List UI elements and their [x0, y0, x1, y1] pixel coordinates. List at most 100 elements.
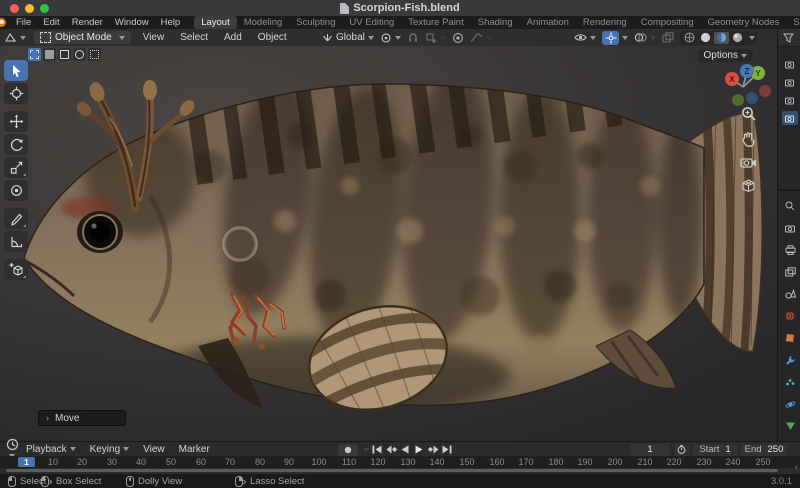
jump-to-start-button[interactable] [371, 444, 383, 456]
move-tool[interactable] [4, 111, 28, 132]
tab-uv-editing[interactable]: UV Editing [342, 16, 401, 29]
scrollbar-handle[interactable] [6, 469, 778, 472]
filter-icon[interactable] [783, 32, 794, 43]
shading-wireframe-button[interactable] [682, 32, 697, 44]
properties-tab-scene[interactable] [782, 287, 798, 301]
viewport-3d[interactable]: X Y Z Options › Move [0, 46, 777, 441]
tab-texture-paint[interactable]: Texture Paint [401, 16, 470, 29]
proportional-falloff-dropdown[interactable] [470, 32, 492, 43]
gizmos-toggle[interactable] [602, 31, 628, 45]
viewport-menu-object[interactable]: Object [250, 32, 295, 43]
menu-help[interactable]: Help [155, 17, 187, 28]
timeline-menu-marker[interactable]: Marker [172, 444, 217, 455]
tab-geometry-nodes[interactable]: Geometry Nodes [701, 16, 787, 29]
menu-file[interactable]: File [10, 17, 37, 28]
outliner-row-icon[interactable] [782, 75, 798, 89]
navigation-gizmo[interactable]: X Y Z [715, 56, 771, 112]
timeline-menu-keying[interactable]: Keying [83, 444, 137, 455]
overlays-toggle[interactable] [634, 32, 656, 43]
cursor-tool[interactable] [4, 83, 28, 104]
select-box-tool[interactable] [4, 60, 28, 81]
timeline-ruler[interactable]: 10 20 30 40 50 60 70 80 90 100 110 120 1… [0, 456, 800, 468]
menu-edit[interactable]: Edit [37, 17, 65, 28]
shading-material-button[interactable] [714, 32, 729, 44]
proportional-editing-toggle[interactable] [452, 32, 464, 44]
outliner-row-icon-selected[interactable] [782, 111, 798, 125]
object-visibility-dropdown[interactable] [574, 32, 596, 43]
play-reverse-button[interactable] [399, 444, 411, 456]
tab-layout[interactable]: Layout [194, 16, 237, 29]
outliner-row-icon[interactable] [782, 93, 798, 107]
scale-tool[interactable] [4, 157, 28, 178]
orientation-dropdown[interactable]: Global [322, 32, 374, 43]
editor-type-button[interactable] [0, 31, 30, 44]
tab-compositing[interactable]: Compositing [634, 16, 701, 29]
rotate-tool[interactable] [4, 134, 28, 155]
auto-keying-dropdown[interactable] [363, 448, 369, 452]
zoom-view-icon[interactable] [741, 106, 757, 122]
xray-toggle[interactable] [662, 32, 674, 43]
transform-tool[interactable] [4, 180, 28, 201]
operator-redo-panel[interactable]: › Move [38, 410, 126, 426]
properties-tab-data[interactable] [782, 419, 798, 433]
move-view-icon[interactable] [741, 131, 756, 147]
tab-shading[interactable]: Shading [471, 16, 520, 29]
frame-end-field[interactable]: End 250 [741, 444, 787, 456]
next-keyframe-button[interactable] [427, 444, 439, 456]
options-dropdown[interactable]: Options [698, 49, 753, 62]
tab-animation[interactable]: Animation [520, 16, 576, 29]
editor-divider[interactable] [778, 189, 800, 191]
select-mode-extend-button[interactable] [43, 48, 56, 61]
select-mode-invert-button[interactable] [73, 48, 86, 61]
select-mode-subtract-button[interactable] [58, 48, 71, 61]
menu-render[interactable]: Render [66, 17, 109, 28]
use-preview-range-button[interactable] [674, 444, 689, 456]
shading-rendered-button[interactable] [730, 32, 745, 44]
playhead[interactable]: 1 [18, 457, 35, 467]
auto-keying-toggle[interactable] [338, 444, 358, 456]
select-mode-intersect-button[interactable] [88, 48, 101, 61]
pivot-point-dropdown[interactable] [380, 32, 401, 44]
timeline-menu-playback[interactable]: Playback [19, 444, 83, 455]
hint-label: Lasso Select [250, 476, 304, 487]
collapse-arrow-icon[interactable]: ‹ [795, 462, 798, 472]
properties-tab-particles[interactable] [782, 375, 798, 389]
properties-tab-view-layer[interactable] [782, 265, 798, 279]
properties-tab-modifiers[interactable] [782, 353, 798, 367]
frame-tick: 30 [107, 457, 117, 467]
viewport-menu-select[interactable]: Select [172, 32, 216, 43]
annotate-tool[interactable] [4, 208, 28, 229]
shading-solid-button[interactable] [698, 32, 713, 44]
outliner-row-icon[interactable] [782, 57, 798, 71]
previous-keyframe-button[interactable] [385, 444, 397, 456]
camera-view-icon[interactable] [740, 156, 757, 169]
measure-tool[interactable] [4, 231, 28, 252]
frame-tick: 80 [255, 457, 265, 467]
jump-to-end-button[interactable] [441, 444, 453, 456]
frame-start-field[interactable]: Start 1 [693, 444, 737, 456]
mode-dropdown[interactable]: Object Mode [34, 31, 131, 44]
properties-tab-object[interactable] [782, 331, 798, 345]
properties-search-icon[interactable] [782, 199, 798, 213]
status-hint-dolly-view: Dolly View [126, 474, 182, 488]
viewport-menu-view[interactable]: View [135, 32, 173, 43]
tab-scripting[interactable]: Scripting [786, 16, 800, 29]
menu-window[interactable]: Window [109, 17, 155, 28]
tab-sculpting[interactable]: Sculpting [289, 16, 342, 29]
timeline-menu-view[interactable]: View [136, 444, 172, 455]
viewport-menu-add[interactable]: Add [216, 32, 250, 43]
select-mode-new-button[interactable] [28, 48, 41, 61]
properties-tab-physics[interactable] [782, 397, 798, 411]
properties-tab-render[interactable] [782, 221, 798, 235]
tab-rendering[interactable]: Rendering [576, 16, 634, 29]
add-cube-tool[interactable] [4, 259, 28, 280]
orthographic-toggle-icon[interactable] [741, 178, 756, 193]
properties-tab-world[interactable] [782, 309, 798, 323]
snap-toggle[interactable] [407, 32, 419, 44]
tab-modeling[interactable]: Modeling [237, 16, 290, 29]
properties-tab-output[interactable] [782, 243, 798, 257]
snap-target-dropdown[interactable] [425, 32, 446, 44]
play-button[interactable] [413, 444, 425, 456]
options-label: Options [704, 50, 738, 61]
current-frame-field[interactable]: 1 [630, 444, 670, 456]
